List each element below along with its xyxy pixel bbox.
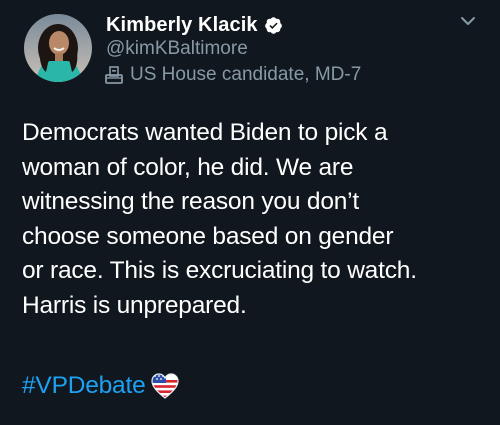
- avatar[interactable]: [24, 14, 92, 82]
- american-flag-heart-icon: [150, 371, 180, 401]
- hashtag-link[interactable]: #VPDebate: [22, 372, 146, 400]
- tweet-text-line: woman of color, he did. We are: [22, 153, 354, 181]
- tweet-text-line: Democrats wanted Biden to pick a: [22, 119, 388, 146]
- ballot-box-icon: [104, 65, 124, 85]
- tweet-text-line: or race. This is excruciating to watch.: [22, 257, 417, 284]
- tweet-text-line: Harris is unprepared.: [22, 291, 247, 319]
- tweet-text-line: choose someone based on gender: [22, 222, 394, 250]
- handle[interactable]: @kimKBaltimore: [106, 38, 248, 60]
- display-name-row[interactable]: Kimberly Klacik: [106, 12, 283, 38]
- tweet-card: Kimberly Klacik @kimKBaltimore US House …: [0, 0, 500, 425]
- candidate-label-text: US House candidate, MD-7: [130, 64, 362, 85]
- tweet-text-line: witnessing the reason you don’t: [22, 188, 360, 215]
- verified-badge-icon: [264, 16, 283, 35]
- candidate-label[interactable]: US House candidate, MD-7: [104, 64, 361, 86]
- hashtag-row: #VPDebate: [22, 368, 180, 404]
- display-name[interactable]: Kimberly Klacik: [106, 14, 258, 37]
- tweet-text: Democrats wanted Biden to pick a woman o…: [22, 116, 487, 323]
- chevron-down-icon[interactable]: [458, 14, 478, 28]
